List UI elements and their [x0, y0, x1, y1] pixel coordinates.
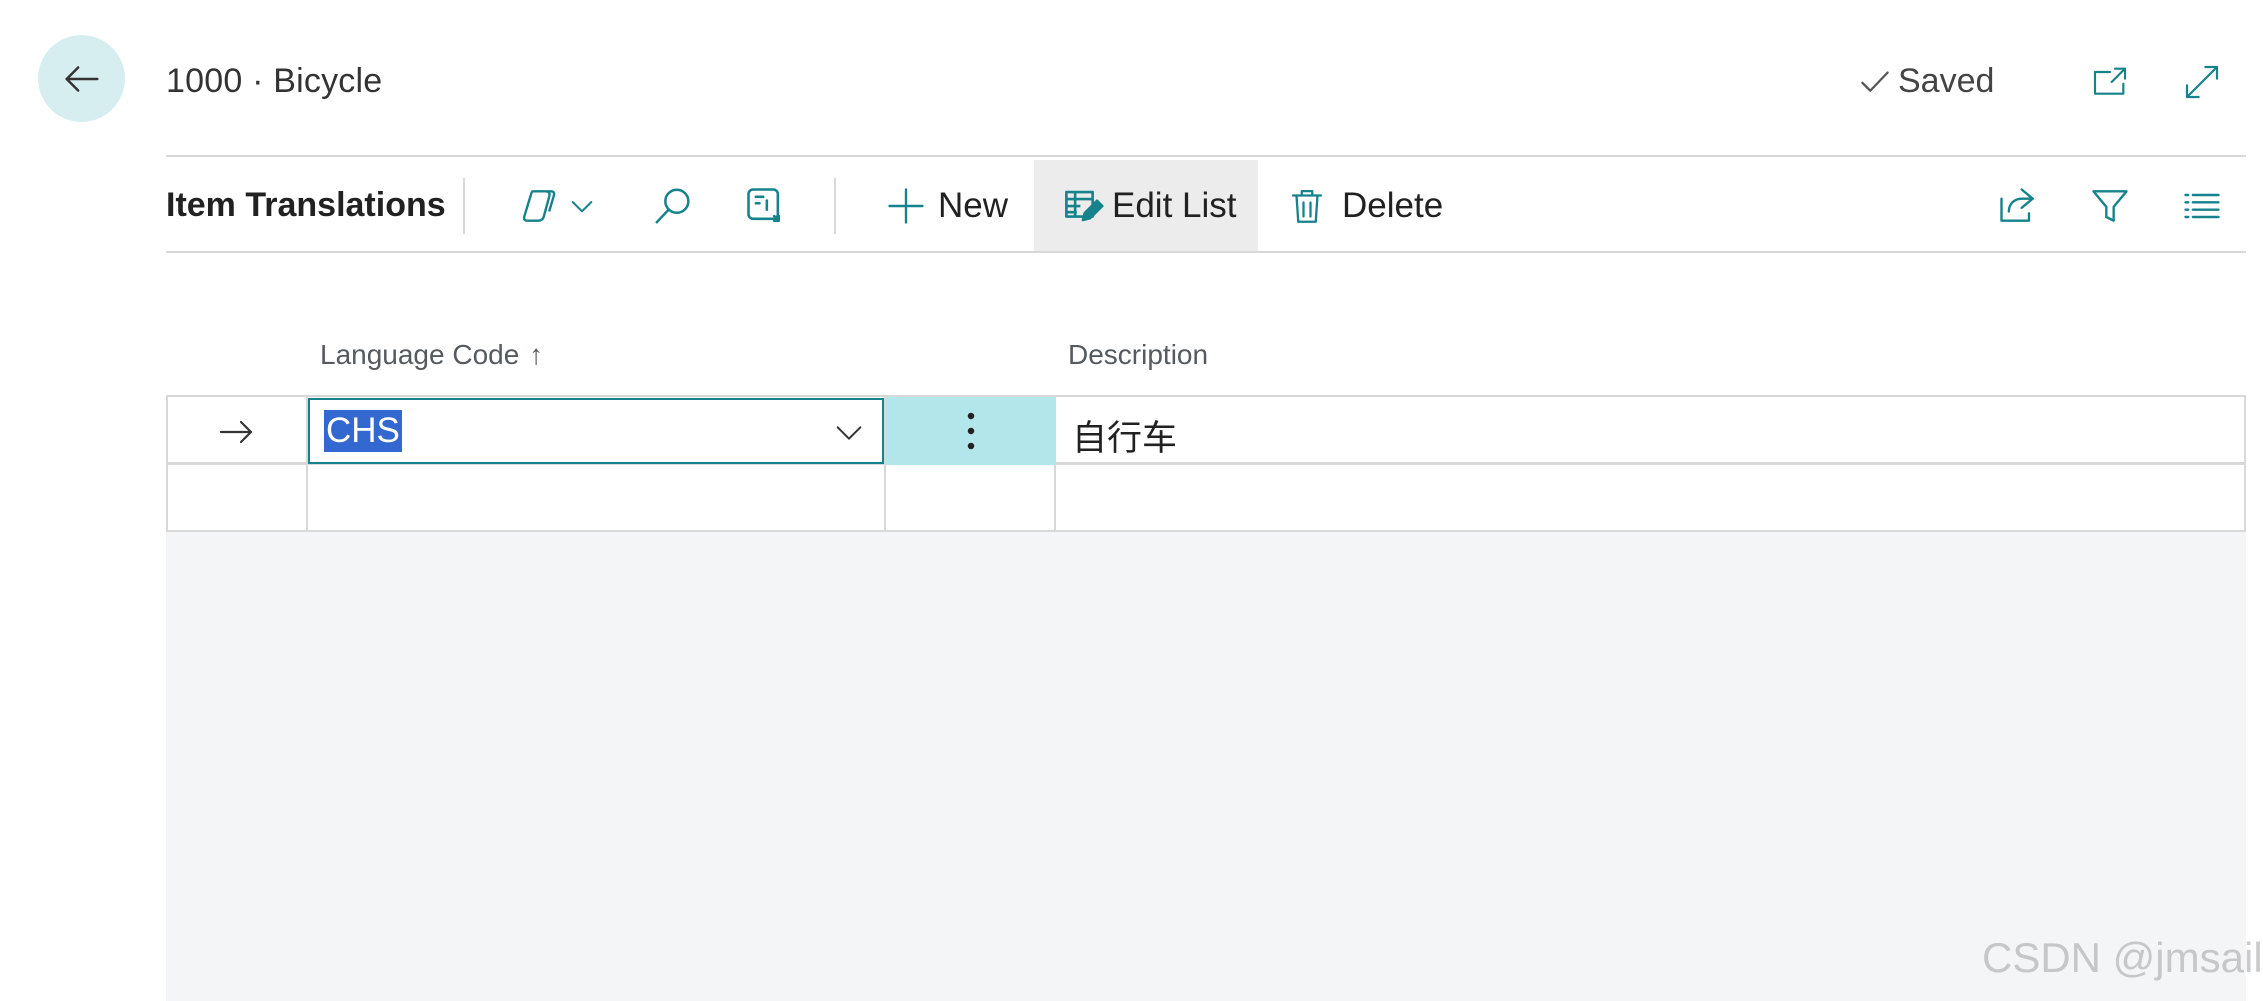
column-header-description-label: Description: [1068, 339, 1209, 370]
delete-button[interactable]: Delete: [1286, 160, 1443, 252]
search-button[interactable]: [650, 160, 698, 252]
filter-button[interactable]: [2088, 160, 2136, 252]
language-code-input[interactable]: CHS: [308, 398, 884, 464]
open-new-window-button[interactable]: [2088, 60, 2132, 104]
actionbar-divider: [166, 251, 2246, 253]
record-title: 1000 · Bicycle: [166, 62, 383, 100]
personalize-icon: [747, 188, 781, 222]
edit-list-icon: [1065, 190, 1104, 222]
sort-ascending-icon: ↑: [529, 339, 544, 370]
personalize-button[interactable]: [743, 160, 791, 252]
expand-button[interactable]: [2180, 60, 2224, 104]
language-code-value: CHS: [324, 410, 402, 452]
language-code-cell[interactable]: [306, 463, 886, 532]
page-title: Item Translations: [166, 186, 446, 224]
row-actions-button[interactable]: [886, 397, 1056, 465]
list-view-button[interactable]: [2180, 160, 2228, 252]
header-divider: [166, 155, 2246, 157]
delete-label: Delete: [1342, 186, 1444, 225]
more-options-icon: [967, 412, 975, 450]
share-button[interactable]: [1996, 160, 2044, 252]
copilot-icon: [522, 190, 556, 222]
description-cell[interactable]: [1054, 463, 2246, 532]
description-cell[interactable]: [1054, 395, 2246, 464]
column-header-language-code-label: Language Code: [320, 339, 520, 370]
filter-icon: [2092, 190, 2128, 222]
trash-icon: [1291, 189, 1323, 223]
table-row[interactable]: [166, 463, 2246, 532]
toolbar-divider-2: [834, 178, 836, 234]
expand-icon: [2185, 65, 2219, 99]
row-pointer-arrow-icon: [219, 420, 253, 444]
checkmark-icon: [1861, 70, 1889, 92]
column-header-language-code[interactable]: Language Code ↑: [320, 339, 543, 371]
back-arrow-icon: [64, 65, 99, 92]
toolbar-divider: [463, 178, 465, 234]
description-value: 自行车: [1072, 419, 1178, 458]
column-header-description[interactable]: Description: [1068, 339, 1208, 371]
page: 1000 · Bicycle Saved Item Translations N…: [0, 0, 2263, 1001]
edit-list-label: Edit List: [1112, 186, 1237, 225]
row-indicator-cell[interactable]: [166, 463, 308, 532]
saved-status: Saved: [1856, 62, 1994, 101]
new-button[interactable]: New: [884, 160, 1028, 252]
new-label: New: [938, 186, 1009, 225]
edit-list-button[interactable]: Edit List: [1034, 160, 1258, 252]
back-button[interactable]: [38, 35, 125, 122]
plus-icon: [888, 188, 924, 224]
chevron-down-icon[interactable]: [832, 416, 866, 450]
chevron-down-icon: [571, 201, 593, 213]
saved-label: Saved: [1898, 62, 1995, 100]
watermark: CSDN @jmsail: [1982, 934, 2263, 981]
search-icon: [655, 188, 690, 224]
share-icon: [2000, 188, 2034, 222]
open-new-window-icon: [2093, 67, 2127, 95]
copilot-button[interactable]: [518, 160, 604, 252]
list-view-icon: [2184, 193, 2220, 219]
row-menu-cell[interactable]: [884, 463, 1056, 532]
